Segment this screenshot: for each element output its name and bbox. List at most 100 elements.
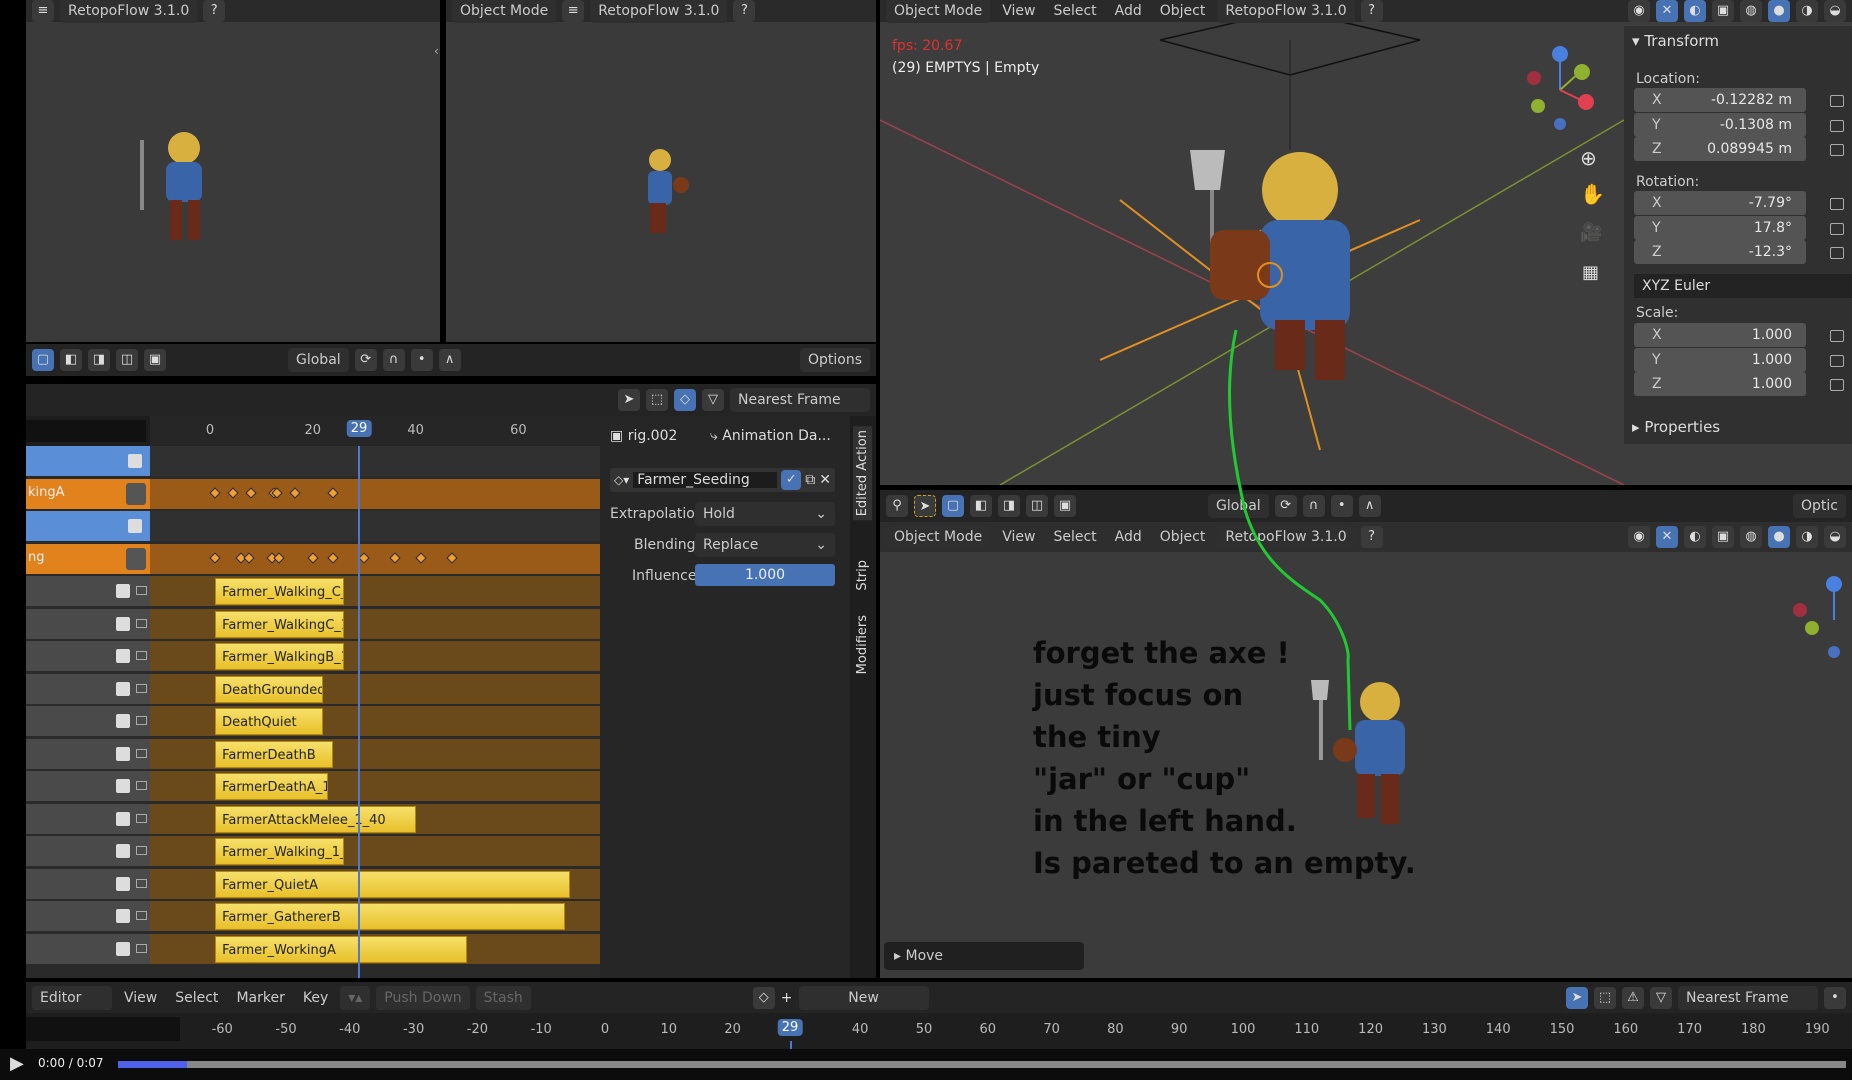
current-frame-indicator[interactable]: 29	[777, 1019, 803, 1036]
track-channel[interactable]	[26, 673, 150, 704]
lock-icon[interactable]	[136, 813, 147, 823]
select-cursor-icon[interactable]: ➤	[914, 495, 936, 517]
select-invert-icon[interactable]: ◫	[116, 349, 138, 371]
falloff-icon[interactable]: ∧	[1358, 495, 1381, 517]
lock-icon[interactable]	[1830, 330, 1844, 342]
lock-icon[interactable]	[136, 716, 147, 725]
overlay-icon[interactable]: ◐	[1684, 526, 1706, 548]
help-icon[interactable]: ?	[203, 0, 226, 22]
snap-dropdown[interactable]: Nearest Frame	[730, 388, 870, 412]
blending-dropdown[interactable]: Replace ⌄	[695, 533, 835, 557]
menu-object[interactable]: Object	[1154, 3, 1212, 19]
nla-ruler[interactable]: 0 20 40 60 29	[150, 416, 600, 446]
track-mute-checkbox[interactable]	[116, 584, 130, 598]
push-down-button[interactable]: Push Down	[376, 985, 470, 1010]
track-channel[interactable]	[26, 608, 150, 639]
pivot-icon[interactable]: ⟳	[1274, 495, 1297, 517]
location-z-field[interactable]: Z 0.089945 m	[1634, 137, 1806, 161]
track-channel[interactable]	[26, 706, 150, 736]
rotation-mode-dropdown[interactable]: XYZ Euler	[1634, 274, 1852, 298]
select-tool-icon[interactable]: ➤	[618, 389, 640, 411]
menu-select[interactable]: Select	[169, 990, 224, 1006]
transform-header[interactable]: ▾ Transform	[1632, 32, 1719, 50]
lock-icon[interactable]	[136, 943, 147, 953]
camera-icon[interactable]: 🎥	[1580, 222, 1602, 243]
solid-shading-icon[interactable]: ●	[1768, 526, 1790, 548]
select-subtract-icon[interactable]: ◨	[998, 495, 1020, 517]
warning-icon[interactable]: ⚠	[1622, 986, 1644, 1009]
box-select-icon[interactable]: ⬚	[1594, 986, 1616, 1009]
track-mute-checkbox[interactable]	[116, 746, 130, 761]
material-shading-icon[interactable]: ◑	[1796, 526, 1818, 548]
track-channel[interactable]	[26, 738, 150, 769]
track-mute-checkbox[interactable]	[116, 844, 130, 858]
tool-settings-icon[interactable]: ⚲	[886, 495, 908, 517]
nla-strip[interactable]: Farmer_WalkingB_1	[215, 643, 344, 670]
xray-icon[interactable]: ▣	[1712, 526, 1734, 548]
lock-icon[interactable]	[136, 878, 147, 888]
mode-dropdown[interactable]: Object Mode	[886, 0, 991, 23]
track-mute-checkbox[interactable]	[116, 811, 130, 826]
fake-user-shield-icon[interactable]: ✓	[781, 470, 802, 490]
scale-z-field[interactable]: Z 1.000	[1634, 372, 1806, 396]
nla-strip[interactable]: FarmerDeathA_1_2	[215, 773, 329, 800]
track-mute-checkbox[interactable]	[116, 876, 130, 891]
filter-icon[interactable]: ▽	[702, 389, 724, 411]
lock-icon[interactable]	[1830, 379, 1844, 391]
retopoflow-menu[interactable]: RetopoFlow 3.1.0	[1217, 525, 1355, 549]
select-box-icon[interactable]: ▢	[942, 495, 964, 517]
track-mute-checkbox[interactable]	[116, 941, 130, 956]
scale-x-field[interactable]: X 1.000	[1634, 323, 1806, 347]
viewport-mid[interactable]: Object Mode ≡ RetopoFlow 3.1.0 ?	[446, 0, 876, 342]
ortho-grid-icon[interactable]: ▦	[1582, 262, 1599, 283]
transform-orientation-dropdown[interactable]: Global	[1208, 494, 1269, 518]
lock-icon[interactable]	[136, 683, 147, 693]
falloff-icon[interactable]: ∧	[438, 349, 461, 371]
snap-icon[interactable]: ∩	[382, 349, 405, 371]
lock-icon[interactable]	[136, 651, 147, 660]
current-frame-indicator[interactable]: 29	[346, 420, 372, 437]
stash-button[interactable]: Stash	[475, 985, 531, 1010]
track-channel[interactable]	[26, 641, 150, 671]
select-invert-icon[interactable]: ◫	[1026, 495, 1048, 517]
track-channel[interactable]	[26, 803, 150, 834]
mode-dropdown[interactable]: Object Mode	[886, 525, 991, 549]
select-extend-icon[interactable]: ◧	[60, 349, 82, 371]
nla-strip[interactable]: Farmer_GathererB	[215, 903, 565, 930]
lock-icon[interactable]	[1830, 247, 1844, 259]
track-mute-checkbox[interactable]	[116, 616, 130, 631]
gizmo-icon[interactable]: ✕	[1656, 526, 1678, 548]
mode-dropdown[interactable]: Object Mode	[452, 0, 557, 23]
extrapolation-dropdown[interactable]: Hold ⌄	[695, 502, 835, 526]
lock-icon[interactable]	[1830, 198, 1844, 210]
xray-icon[interactable]: ▣	[1712, 0, 1734, 22]
track-mute-checkbox[interactable]	[116, 714, 130, 728]
location-x-field[interactable]: X -0.12282 m	[1634, 88, 1806, 112]
nla-strip[interactable]: Farmer_Walking_C_	[215, 578, 344, 605]
editor-type-dropdown[interactable]: Editor	[32, 985, 112, 1010]
menu-select[interactable]: Select	[1047, 3, 1102, 19]
transform-orientation-dropdown[interactable]: Global	[288, 348, 349, 372]
track-mute-checkbox[interactable]	[116, 779, 130, 793]
track-checkbox[interactable]	[128, 454, 142, 468]
split-handle[interactable]: ‹›	[434, 44, 440, 58]
rendered-shading-icon[interactable]: ◒	[1824, 526, 1846, 548]
rotation-x-field[interactable]: X -7.79°	[1634, 191, 1806, 215]
nla-strip[interactable]: DeathGrounded	[215, 675, 324, 703]
playhead-line[interactable]	[790, 1041, 793, 1049]
unlink-icon[interactable]: ✕	[819, 472, 831, 488]
track-mute-checkbox[interactable]	[116, 909, 130, 923]
action-icon[interactable]: ◇	[752, 986, 775, 1009]
timeline-ruler[interactable]: -60 -50 -40 -30 -20 -10 0 10 20 40 50 60 70 80 90 100 11…	[26, 1013, 1852, 1049]
nla-channel-search[interactable]	[26, 420, 146, 442]
tab-modifiers[interactable]: Modifiers	[853, 611, 872, 678]
track-mute-checkbox[interactable]	[116, 649, 130, 663]
wireframe-shading-icon[interactable]: ◍	[1740, 526, 1762, 548]
visibility-icon[interactable]: ◉	[1628, 526, 1650, 548]
track-channel[interactable]: kingA	[26, 478, 150, 509]
video-progress-bar[interactable]	[118, 1061, 1846, 1068]
help-icon[interactable]: ?	[1360, 526, 1383, 548]
tab-edited-action[interactable]: Edited Action	[853, 426, 872, 521]
viewport-left[interactable]: ≡ RetopoFlow 3.1.0 ? ‹›	[26, 0, 440, 342]
action-selector[interactable]: ◇▾ Farmer_Seeding ✓ ⧉ ✕	[610, 468, 835, 492]
